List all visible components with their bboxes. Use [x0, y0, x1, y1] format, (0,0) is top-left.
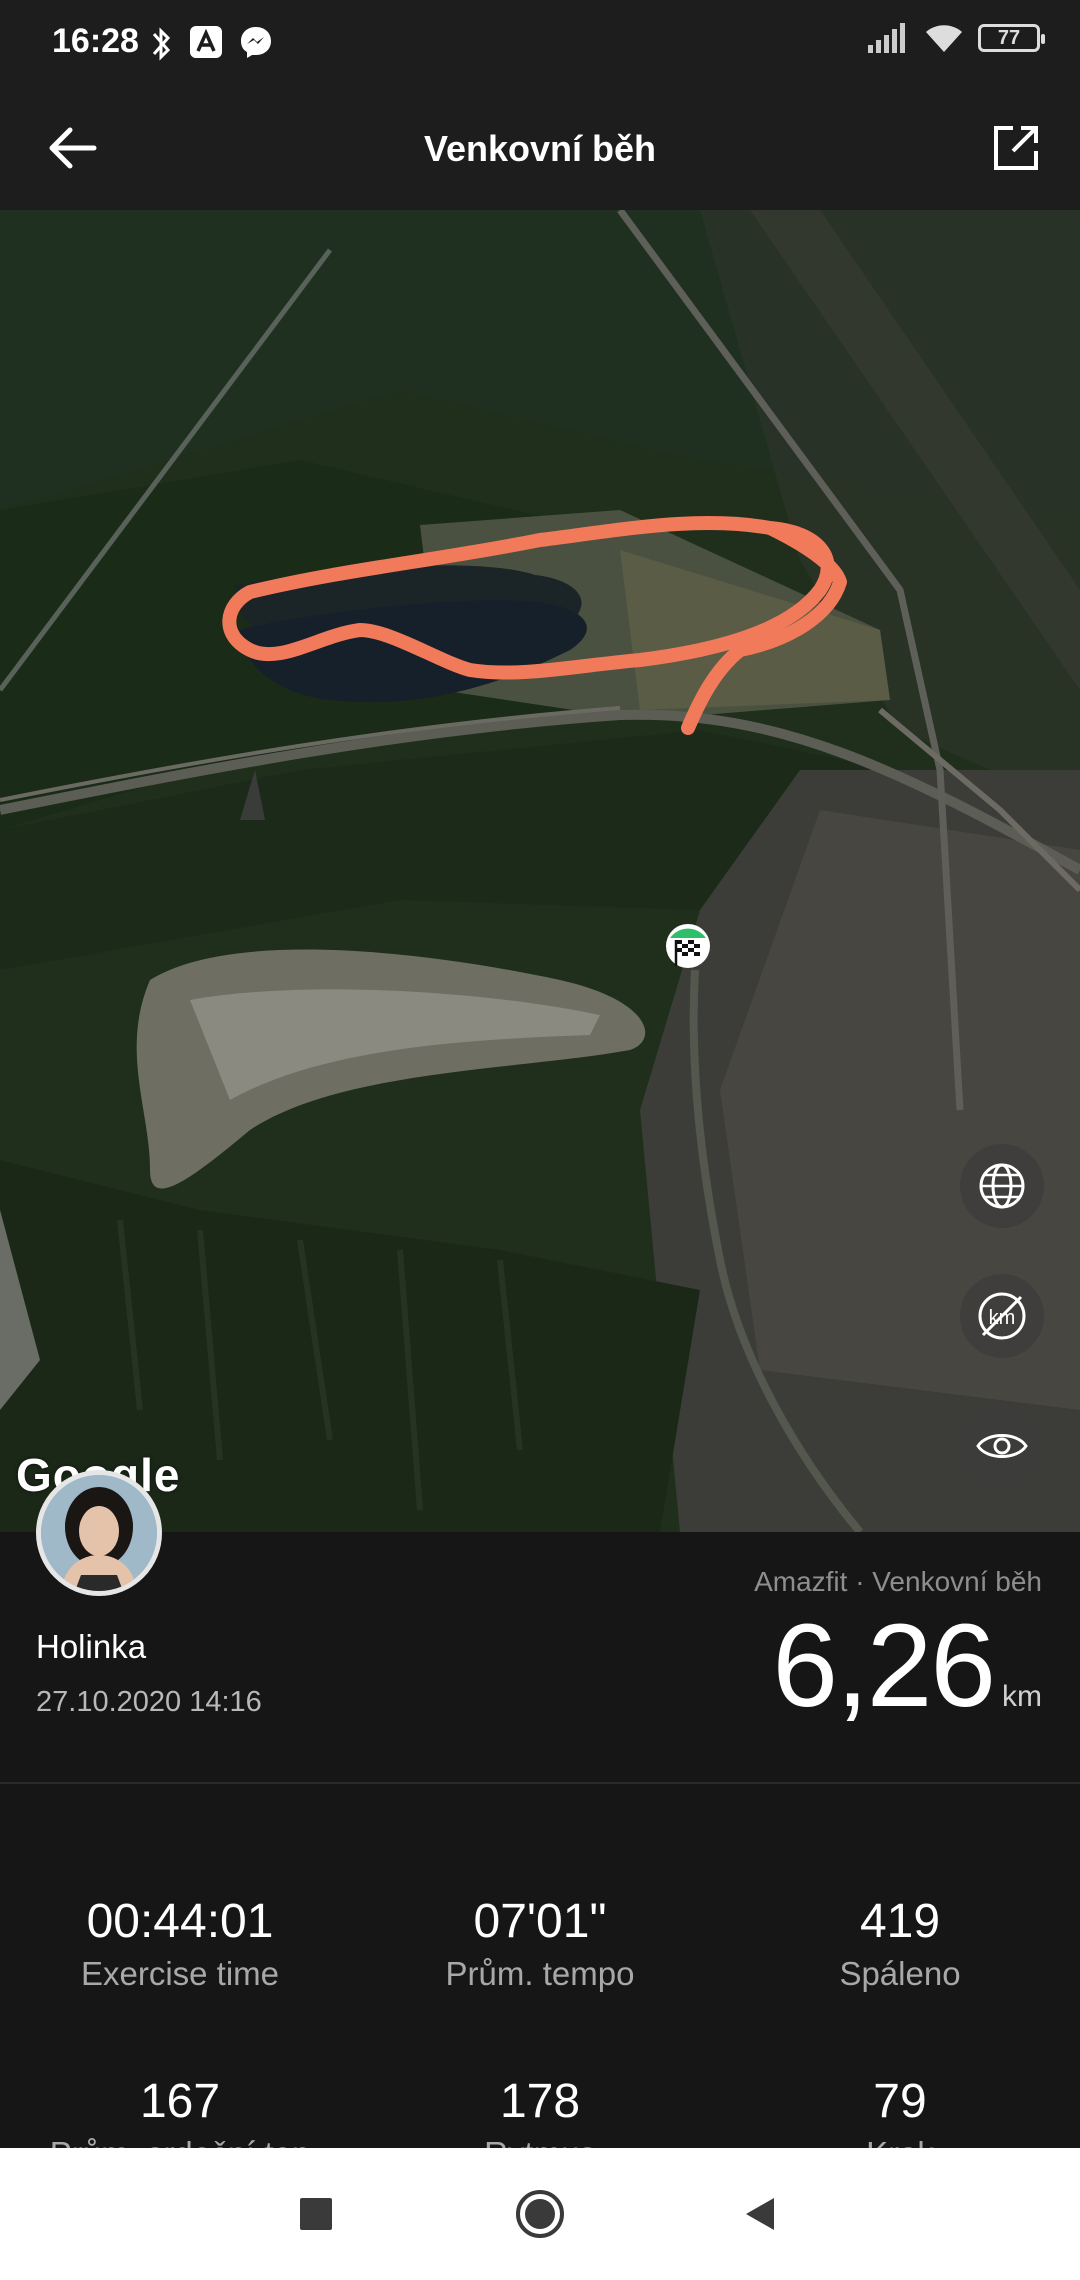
status-icons-right: 77 [868, 22, 1045, 54]
user-name: Holinka [36, 1628, 147, 1665]
page-title: Venkovní běh [423, 128, 657, 169]
stat-value: 00:44:01 [86, 1895, 274, 1948]
home-circle-icon [516, 2190, 564, 2238]
start-flag-marker[interactable] [664, 922, 712, 976]
status-time: 16:28 [52, 22, 139, 60]
app-bar: Venkovní běh [0, 90, 1080, 210]
activity-summary: Holinka 27.10.2020 14:16 Amazfit · Venko… [0, 1470, 1080, 1784]
back-triangle-icon [746, 2198, 774, 2230]
bluetooth-icon [152, 27, 171, 61]
status-bar: 16:28 77 [0, 0, 1080, 90]
satellite-map-image [0, 210, 1080, 1532]
system-nav-bar [0, 2148, 1080, 2280]
km-marker-off-icon: km [978, 1292, 1026, 1340]
stat-exercise-time: 00:44:01 Exercise time [0, 1894, 360, 1993]
stat-calories: 419 Spáleno [720, 1894, 1080, 1993]
recents-square-icon [300, 2198, 332, 2230]
distance: 6,26 km [772, 1598, 1042, 1734]
stat-value: 419 [859, 1895, 941, 1948]
activity-date: 27.10.2020 14:16 [36, 1686, 262, 1718]
stat-label: Spáleno [839, 1955, 961, 1992]
stat-label: Exercise time [80, 1955, 280, 1992]
stat-value: 178 [499, 2075, 581, 2128]
route-map[interactable]: km Google [0, 210, 1080, 1532]
stat-value: 07'01" [473, 1895, 607, 1948]
stat-value: 79 [873, 2075, 927, 2128]
visibility-toggle[interactable] [960, 1404, 1044, 1488]
status-icons-left [150, 24, 274, 64]
battery-level: 77 [997, 26, 1021, 49]
distance-value: 6,26 [772, 1600, 996, 1732]
home-button[interactable] [510, 2184, 570, 2244]
share-external-icon [994, 126, 1038, 170]
stat-label: Prům. tempo [445, 1955, 635, 1992]
activity-source: Amazfit · Venkovní běh [754, 1566, 1042, 1597]
signal-icon [868, 23, 905, 53]
messenger-icon [241, 27, 271, 58]
eye-icon [976, 1434, 1028, 1458]
stat-avg-pace: 07'01" Prům. tempo [360, 1894, 720, 1993]
stat-value: 167 [139, 2075, 221, 2128]
globe-icon [979, 1163, 1025, 1209]
km-markers-toggle[interactable]: km [960, 1274, 1044, 1358]
recents-button[interactable] [286, 2184, 346, 2244]
stats-grid: 00:44:01 Exercise time 07'01" Prům. temp… [0, 1784, 1080, 2172]
map-type-button[interactable] [960, 1144, 1044, 1228]
battery-icon: 77 [978, 24, 1045, 52]
avatar[interactable] [36, 1470, 162, 1596]
user-photo [41, 1475, 157, 1591]
app-notification-icon [190, 26, 222, 58]
share-button[interactable] [980, 112, 1052, 184]
distance-unit: km [1002, 1680, 1042, 1713]
wifi-icon [926, 25, 962, 52]
system-back-button[interactable] [730, 2184, 790, 2244]
